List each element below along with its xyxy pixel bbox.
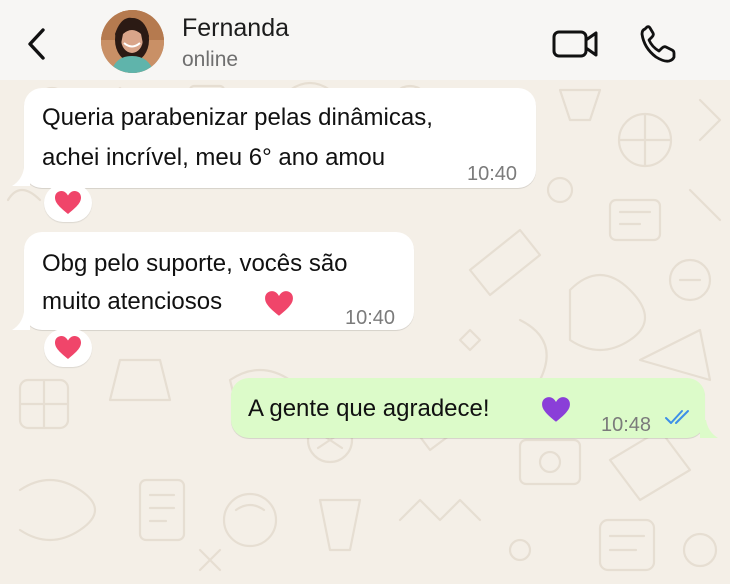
red-heart-icon xyxy=(265,291,293,316)
message-bubble[interactable]: Queria parabenizar pelas dinâmicas, ache… xyxy=(24,88,536,188)
avatar[interactable] xyxy=(101,10,164,73)
back-button[interactable] xyxy=(20,24,52,64)
video-camera-icon xyxy=(552,30,598,58)
contact-name[interactable]: Fernanda xyxy=(182,14,289,43)
message-text-line: muito atenciosos xyxy=(42,288,223,315)
contact-status: online xyxy=(182,48,239,71)
message-text-line: Obg pelo suporte, vocês são xyxy=(42,250,348,277)
chat-header: Fernanda online xyxy=(0,0,730,80)
message-reaction[interactable] xyxy=(44,184,92,222)
read-receipt-icon xyxy=(665,410,689,424)
purple-heart-icon xyxy=(542,397,570,422)
message-timestamp: 10:40 xyxy=(467,163,518,185)
chat-area[interactable]: Queria parabenizar pelas dinâmicas, ache… xyxy=(0,80,730,584)
chevron-left-icon xyxy=(28,28,45,60)
bubble-tail xyxy=(12,312,30,330)
red-heart-icon xyxy=(55,191,81,214)
bubble-tail xyxy=(12,168,30,186)
message-text-line: achei incrível, meu 6° ano amou xyxy=(42,144,386,171)
message-text-line: Queria parabenizar pelas dinâmicas, xyxy=(42,104,433,131)
message-bubble[interactable]: A gente que agradece! 10:48 xyxy=(231,378,705,438)
message-timestamp: 10:48 xyxy=(601,414,652,436)
red-heart-icon xyxy=(55,336,81,359)
message-timestamp: 10:40 xyxy=(345,307,396,329)
message-text-line: A gente que agradece! xyxy=(248,395,490,422)
phone-icon xyxy=(640,25,676,63)
video-call-button[interactable] xyxy=(548,24,602,64)
voice-call-button[interactable] xyxy=(636,22,680,66)
message-bubble[interactable]: Obg pelo suporte, vocês são muito atenci… xyxy=(24,232,414,330)
avatar-photo xyxy=(101,10,164,73)
bubble-tail xyxy=(700,420,718,438)
message-reaction[interactable] xyxy=(44,329,92,367)
